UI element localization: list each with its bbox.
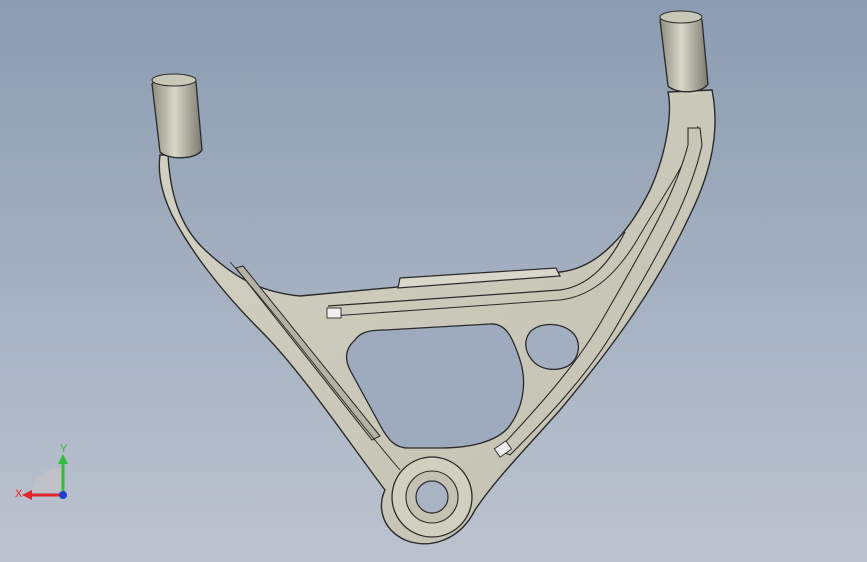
y-axis-label: Y bbox=[60, 443, 68, 455]
ball-joint-hole[interactable] bbox=[415, 480, 449, 514]
coordinate-triad: Y X bbox=[15, 443, 68, 500]
graphics-viewport[interactable]: Y X bbox=[0, 0, 867, 562]
control-arm-model[interactable] bbox=[0, 0, 867, 562]
left-bushing[interactable] bbox=[151, 73, 203, 159]
small-hole[interactable] bbox=[525, 323, 579, 371]
right-bushing[interactable] bbox=[659, 10, 709, 93]
z-axis-dot bbox=[59, 491, 67, 499]
y-axis-arrow bbox=[58, 454, 68, 464]
end-slot-left bbox=[326, 307, 342, 319]
triad-plane bbox=[32, 468, 62, 492]
x-axis-arrow bbox=[22, 490, 32, 500]
x-axis-label: X bbox=[15, 488, 23, 500]
